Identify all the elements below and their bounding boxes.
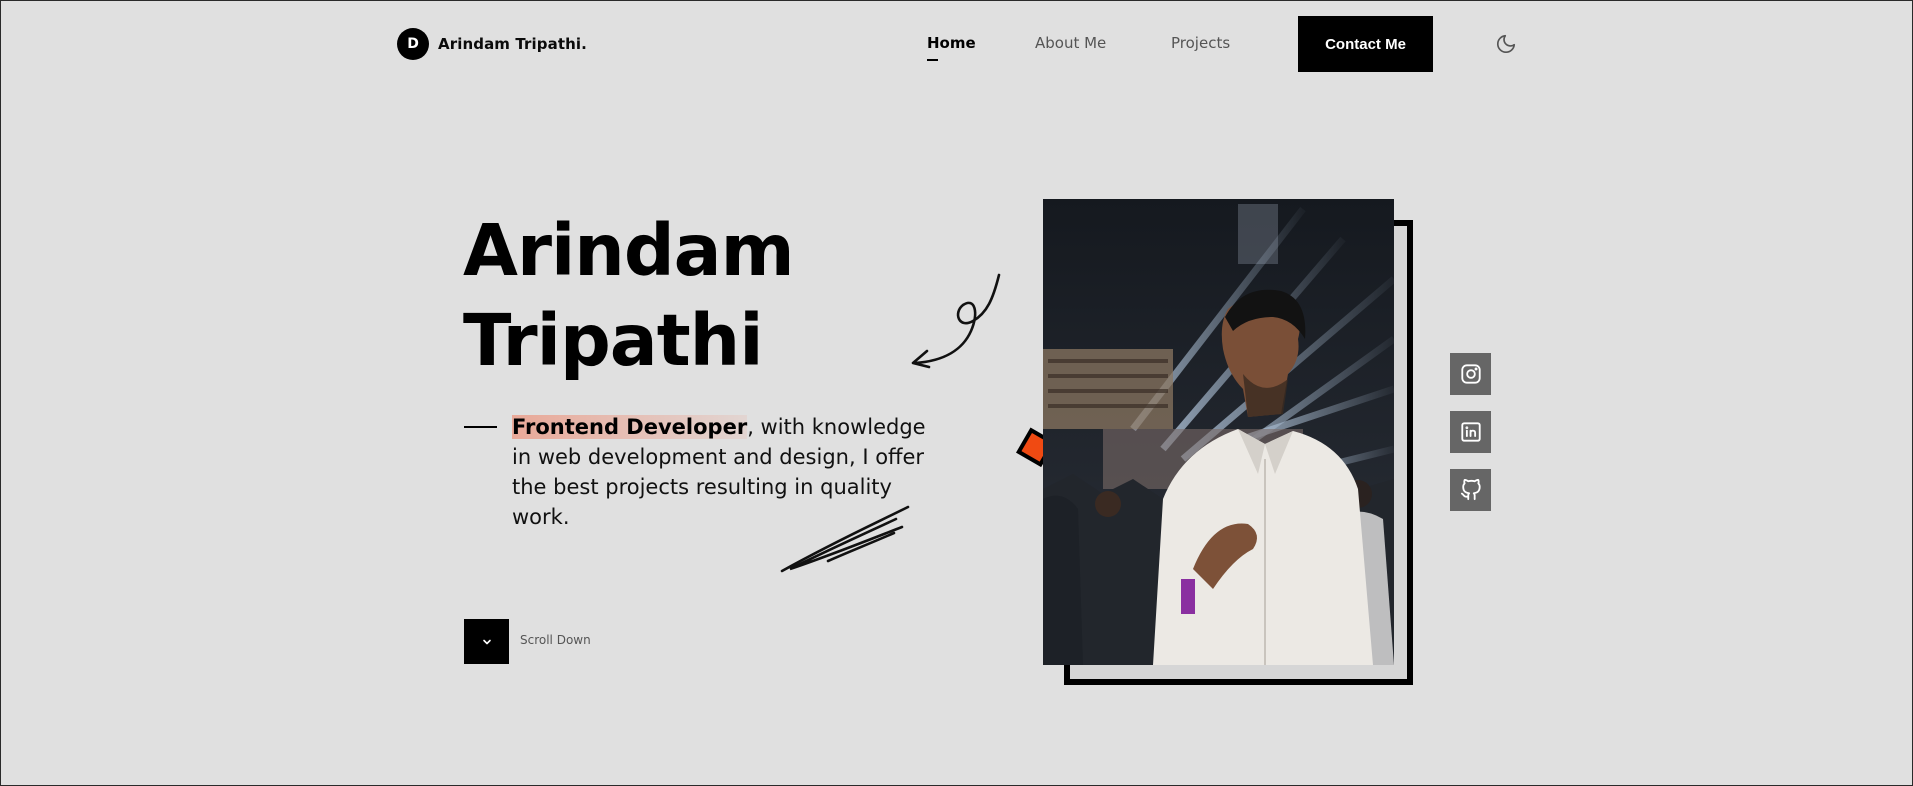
hero-title: Arindam Tripathi [463,206,795,386]
nav-link-projects[interactable]: Projects [1171,34,1230,52]
linkedin-link[interactable] [1450,411,1491,453]
nav-link-about-me[interactable]: About Me [1035,34,1106,52]
hero-title-line-1: Arindam [463,209,795,292]
linkedin-icon [1460,422,1481,442]
contact-me-button[interactable]: Contact Me [1298,16,1433,72]
instagram-icon [1460,364,1481,384]
scroll-down-button[interactable] [464,619,509,664]
hero-dash-divider [464,426,497,428]
brand-name: Arindam Tripathi. [438,35,587,53]
active-nav-indicator [927,59,938,61]
decorative-scribble [780,505,910,573]
theme-toggle-button[interactable] [1495,33,1517,55]
chevron-down-icon [482,639,491,644]
scroll-down-label: Scroll Down [520,633,591,647]
github-link[interactable] [1450,469,1491,511]
instagram-link[interactable] [1450,353,1491,395]
brand-initial-badge: D [397,28,429,60]
nav-link-home[interactable]: Home [927,34,976,52]
moon-icon [1496,34,1516,54]
hero-title-line-2: Tripathi [463,299,764,382]
github-icon [1460,479,1481,501]
brand-logo[interactable]: D Arindam Tripathi. [397,28,587,60]
decorative-squiggle-arrow [911,273,1001,369]
hero-role-highlight: Frontend Developer [512,415,748,439]
profile-photo [1043,199,1394,665]
